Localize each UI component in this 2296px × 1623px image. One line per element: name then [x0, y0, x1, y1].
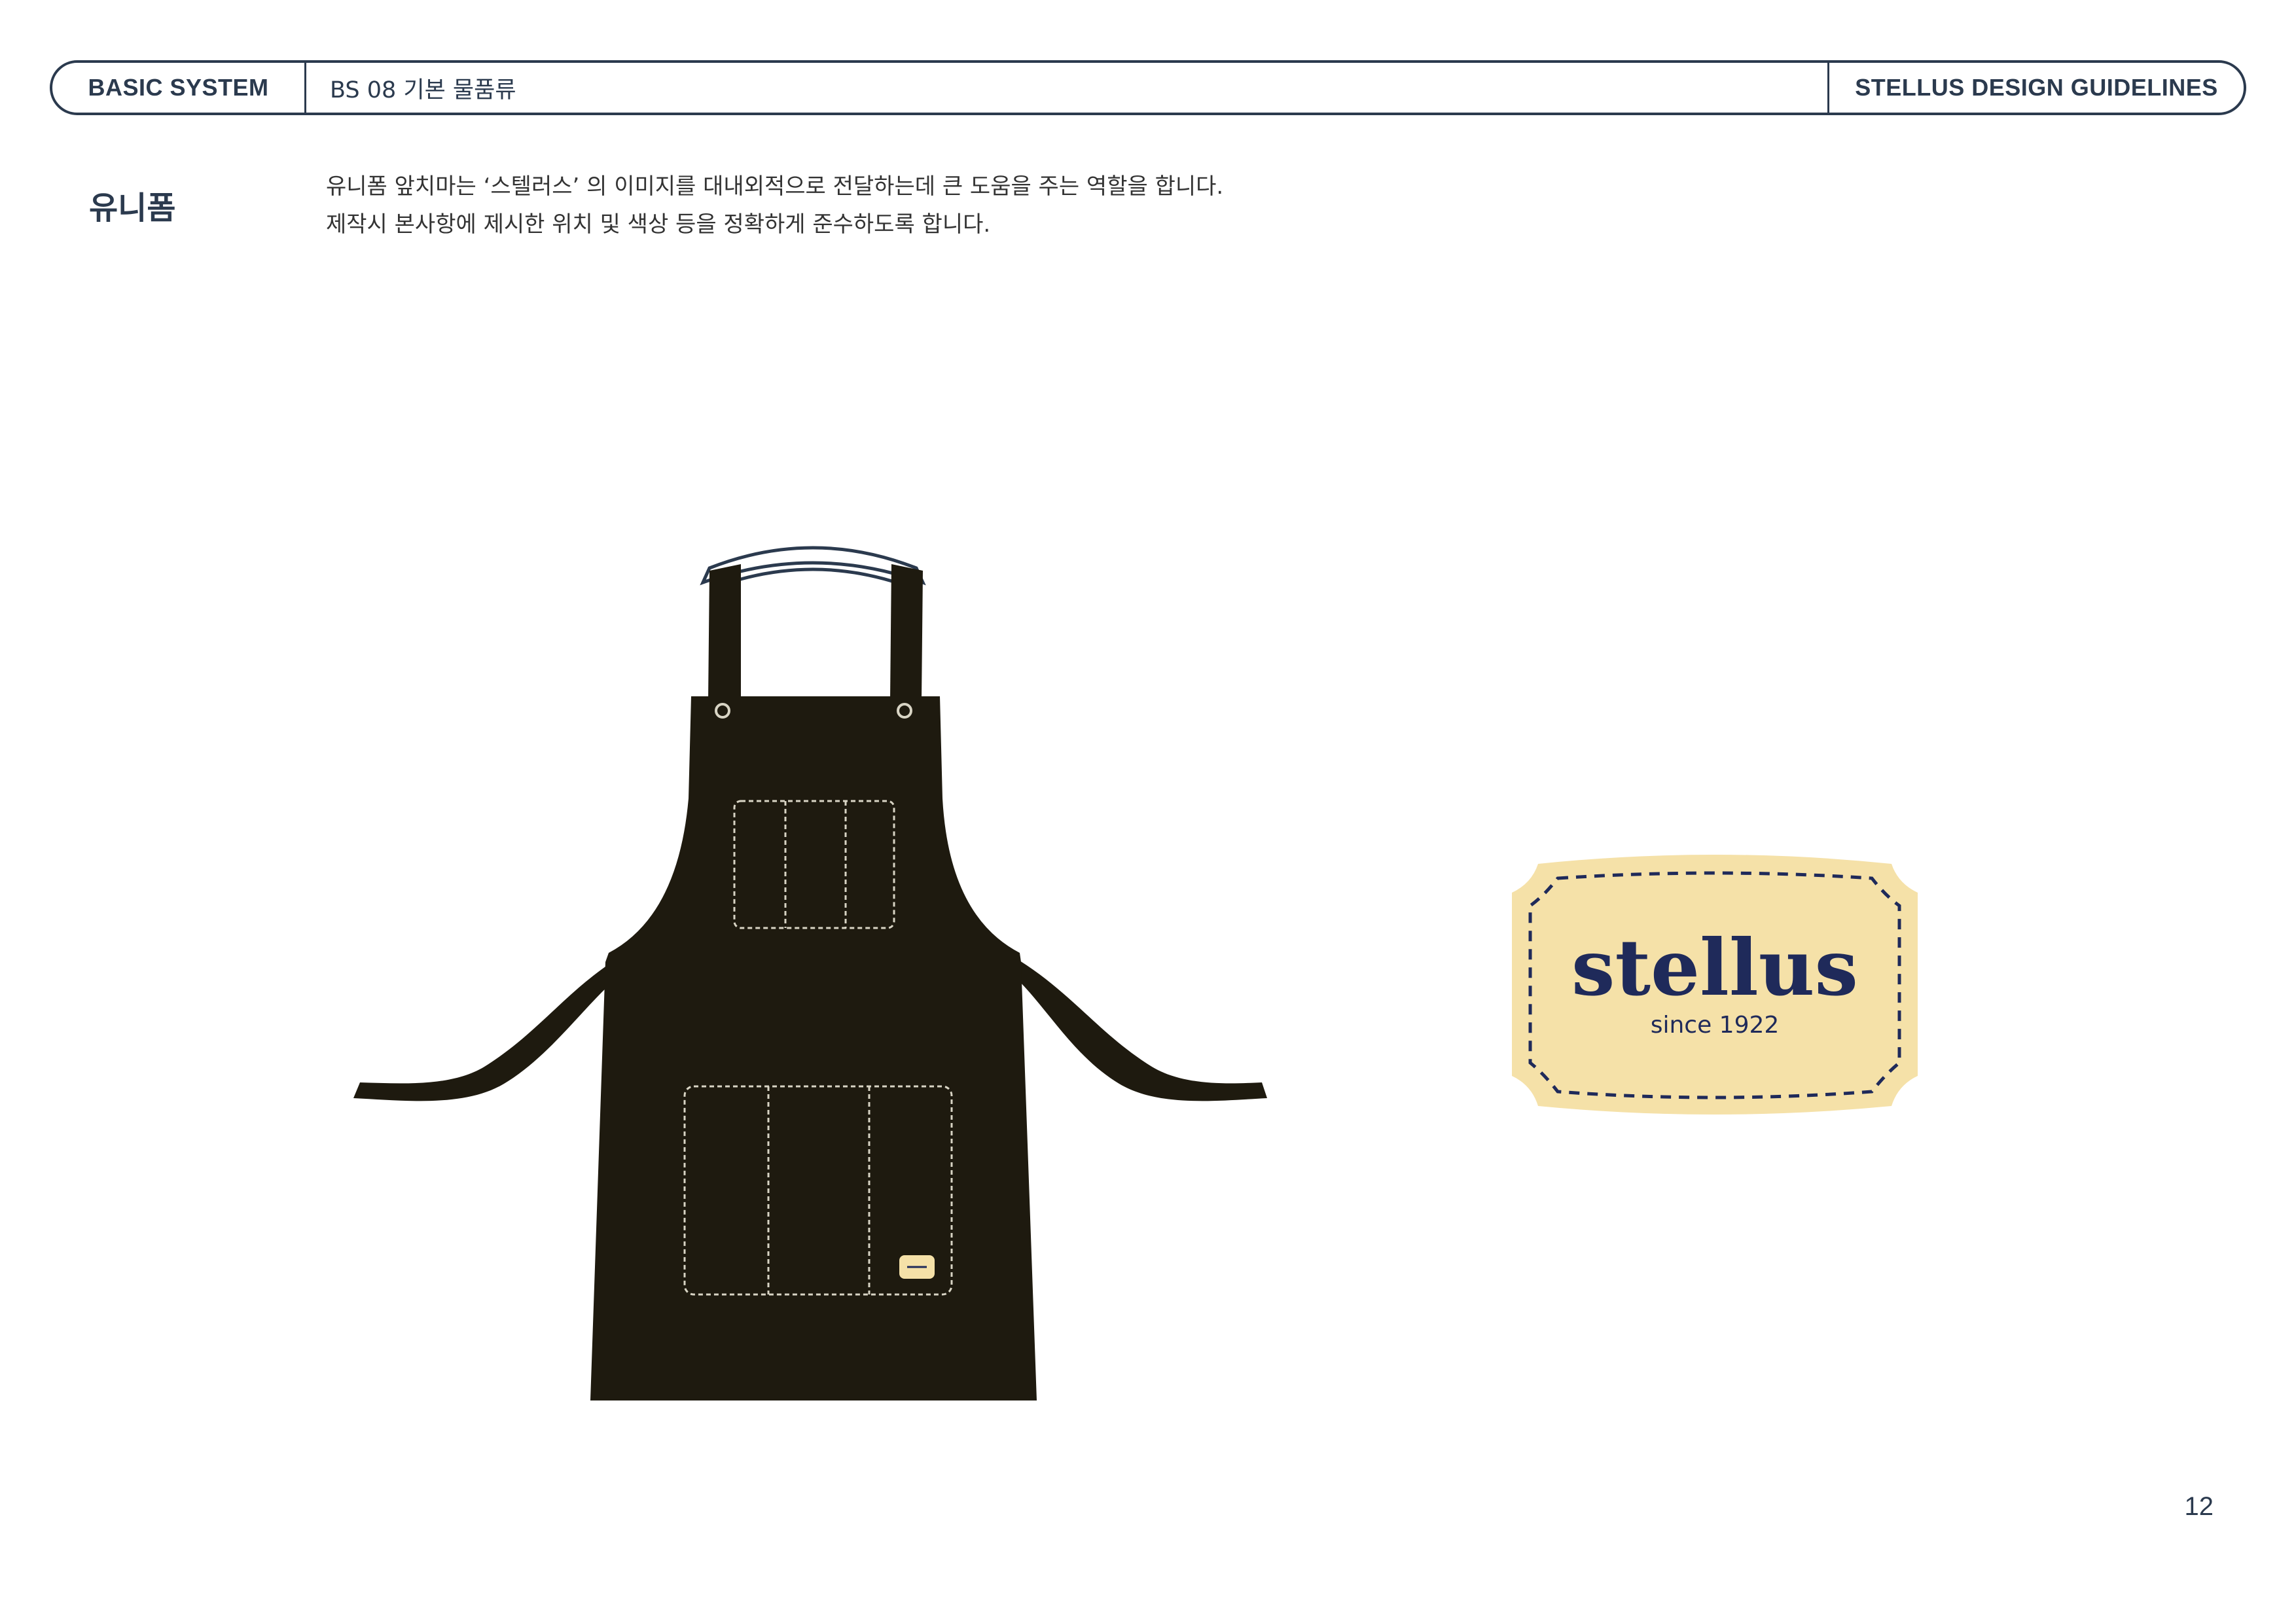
guideline-title: STELLUS DESIGN GUIDELINES: [1827, 63, 2244, 113]
section-label: BASIC SYSTEM: [52, 63, 306, 113]
description-line-2: 제작시 본사항에 제시한 위치 및 색상 등을 정확하게 준수하도록 합니다.: [326, 211, 991, 238]
stellus-logo-badge: stellus since 1922: [1499, 849, 1931, 1124]
description-line-1: 유니폼 앞치마는 ‘스텔러스’ 의 이미지를 대내외적으로 전달하는데 큰 도움…: [326, 173, 1224, 200]
badge-brand-text: stellus: [1571, 922, 1858, 1013]
apron-illustration: [353, 537, 1270, 1414]
badge-tagline-text: since 1922: [1651, 1012, 1780, 1039]
page-title: 유니폼: [89, 190, 176, 226]
page-number: 12: [2184, 1492, 2214, 1521]
description: 유니폼 앞치마는 ‘스텔러스’ 의 이미지를 대내외적으로 전달하는데 큰 도움…: [326, 168, 1635, 243]
subsection-label: BS 08 기본 물품류: [330, 77, 516, 103]
header-bar: BASIC SYSTEM BS 08 기본 물품류 STELLUS DESIGN…: [50, 60, 2246, 115]
